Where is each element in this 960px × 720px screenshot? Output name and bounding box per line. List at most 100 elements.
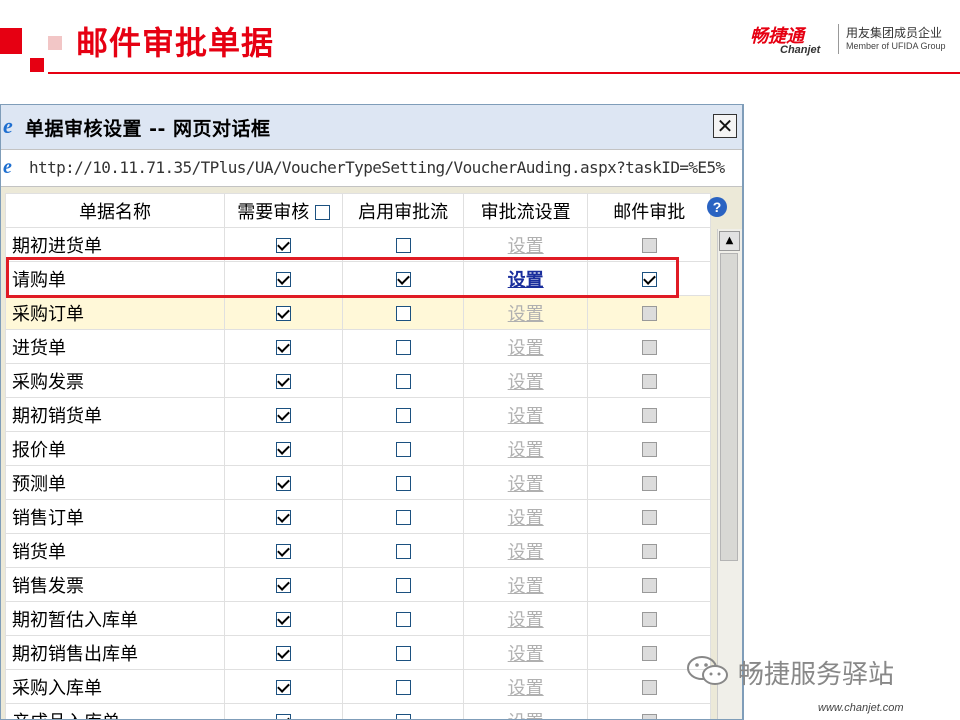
mail-approval-checkbox — [641, 713, 657, 719]
need-audit-checkbox[interactable] — [276, 373, 292, 389]
voucher-name: 采购入库单 — [5, 669, 225, 704]
flow-setting-link: 设置 — [507, 575, 544, 597]
need-audit-cell — [223, 465, 344, 500]
mail-approval-cell — [587, 601, 711, 636]
scroll-up-arrow-icon[interactable]: ▲ — [719, 231, 740, 251]
need-audit-checkbox[interactable] — [276, 577, 292, 593]
flow-setting-cell: 设置 — [462, 465, 589, 500]
enable-flow-cell — [342, 465, 464, 500]
mail-approval-checkbox — [641, 577, 657, 593]
mail-approval-checkbox — [641, 611, 657, 627]
voucher-name: 进货单 — [5, 329, 225, 364]
voucher-name: 产成品入库单 — [5, 703, 225, 719]
wechat-icon — [687, 656, 728, 685]
enable-flow-checkbox[interactable] — [395, 543, 411, 559]
enable-flow-checkbox[interactable] — [395, 305, 411, 321]
enable-flow-cell — [342, 329, 464, 364]
mail-approval-cell — [587, 567, 711, 602]
table-row: 期初暂估入库单 设置 — [5, 601, 711, 636]
enable-flow-cell — [342, 601, 464, 636]
need-audit-checkbox[interactable] — [276, 509, 292, 525]
decor-square — [48, 36, 62, 50]
mail-approval-checkbox — [641, 407, 657, 423]
enable-flow-checkbox[interactable] — [395, 475, 411, 491]
voucher-name: 销售发票 — [5, 567, 225, 602]
flow-setting-cell: 设置 — [462, 329, 589, 364]
need-audit-cell — [223, 295, 344, 330]
table-row: 期初销货单 设置 — [5, 397, 711, 432]
flow-setting-link: 设置 — [507, 303, 544, 325]
need-audit-checkbox[interactable] — [276, 611, 292, 627]
table-row: 报价单 设置 — [5, 431, 711, 466]
select-all-need-audit-checkbox[interactable] — [315, 205, 331, 220]
dialog-url: http://10.11.71.35/TPlus/UA/VoucherTypeS… — [29, 158, 725, 177]
enable-flow-checkbox[interactable] — [395, 407, 411, 423]
enable-flow-checkbox[interactable] — [395, 577, 411, 593]
column-header-need-audit: 需要审核 — [223, 193, 344, 228]
flow-setting-cell: 设置 — [462, 669, 589, 704]
enable-flow-checkbox[interactable] — [395, 713, 411, 719]
need-audit-checkbox[interactable] — [276, 713, 292, 719]
need-audit-cell — [223, 499, 344, 534]
enable-flow-checkbox[interactable] — [395, 679, 411, 695]
need-audit-checkbox[interactable] — [276, 339, 292, 355]
scroll-thumb[interactable] — [720, 253, 738, 561]
enable-flow-checkbox[interactable] — [395, 645, 411, 661]
decor-square — [0, 28, 22, 54]
vertical-scrollbar[interactable]: ▲ — [717, 229, 742, 719]
need-audit-checkbox[interactable] — [276, 543, 292, 559]
flow-setting-cell: 设置 — [462, 635, 589, 670]
enable-flow-checkbox[interactable] — [395, 509, 411, 525]
dialog-titlebar[interactable]: e 单据审核设置 -- 网页对话框 ✕ — [1, 105, 742, 149]
flow-setting-cell: 设置 — [462, 567, 589, 602]
help-icon[interactable]: ? — [707, 197, 727, 217]
mail-approval-cell — [587, 533, 711, 568]
voucher-name: 期初销售出库单 — [5, 635, 225, 670]
table-row: 采购发票 设置 — [5, 363, 711, 398]
need-audit-checkbox[interactable] — [276, 407, 292, 423]
close-button[interactable]: ✕ — [713, 114, 737, 138]
enable-flow-cell — [342, 363, 464, 398]
enable-flow-checkbox[interactable] — [395, 611, 411, 627]
need-audit-checkbox[interactable] — [276, 237, 292, 253]
need-audit-checkbox[interactable] — [276, 475, 292, 491]
flow-setting-link: 设置 — [507, 439, 544, 461]
enable-flow-checkbox[interactable] — [395, 237, 411, 253]
decor-square — [30, 58, 44, 72]
flow-setting-link: 设置 — [507, 337, 544, 359]
column-header-mail-approval: 邮件审批 — [587, 193, 711, 228]
flow-setting-link: 设置 — [507, 609, 544, 631]
flow-setting-link: 设置 — [507, 473, 544, 495]
need-audit-checkbox[interactable] — [276, 305, 292, 321]
mail-approval-cell — [587, 363, 711, 398]
flow-setting-cell: 设置 — [462, 533, 589, 568]
flow-setting-cell: 设置 — [462, 499, 589, 534]
site-url: www.chanjet.com — [818, 702, 904, 714]
mail-approval-cell — [587, 397, 711, 432]
need-audit-cell — [223, 669, 344, 704]
enable-flow-cell — [342, 635, 464, 670]
ie-page-icon: e — [3, 156, 12, 178]
need-audit-checkbox[interactable] — [276, 441, 292, 457]
flow-setting-link: 设置 — [507, 643, 544, 665]
voucher-name: 采购订单 — [5, 295, 225, 330]
enable-flow-checkbox[interactable] — [395, 373, 411, 389]
logo-brand-en: Chanjet — [780, 44, 821, 56]
highlight-annotation-box — [6, 257, 679, 298]
need-audit-cell — [223, 635, 344, 670]
logo-separator — [838, 24, 839, 54]
need-audit-checkbox[interactable] — [276, 645, 292, 661]
mail-approval-checkbox — [641, 373, 657, 389]
need-audit-checkbox[interactable] — [276, 679, 292, 695]
table-header-row: 单据名称 需要审核 启用审批流 审批流设置 邮件审批 — [5, 193, 711, 228]
need-audit-cell — [223, 601, 344, 636]
mail-approval-checkbox — [641, 475, 657, 491]
flow-setting-cell: 设置 — [462, 601, 589, 636]
flow-setting-cell: 设置 — [462, 295, 589, 330]
flow-setting-link: 设置 — [507, 235, 544, 257]
column-header-need-audit-label: 需要审核 — [237, 201, 310, 223]
enable-flow-checkbox[interactable] — [395, 339, 411, 355]
enable-flow-checkbox[interactable] — [395, 441, 411, 457]
enable-flow-cell — [342, 567, 464, 602]
flow-setting-cell: 设置 — [462, 431, 589, 466]
